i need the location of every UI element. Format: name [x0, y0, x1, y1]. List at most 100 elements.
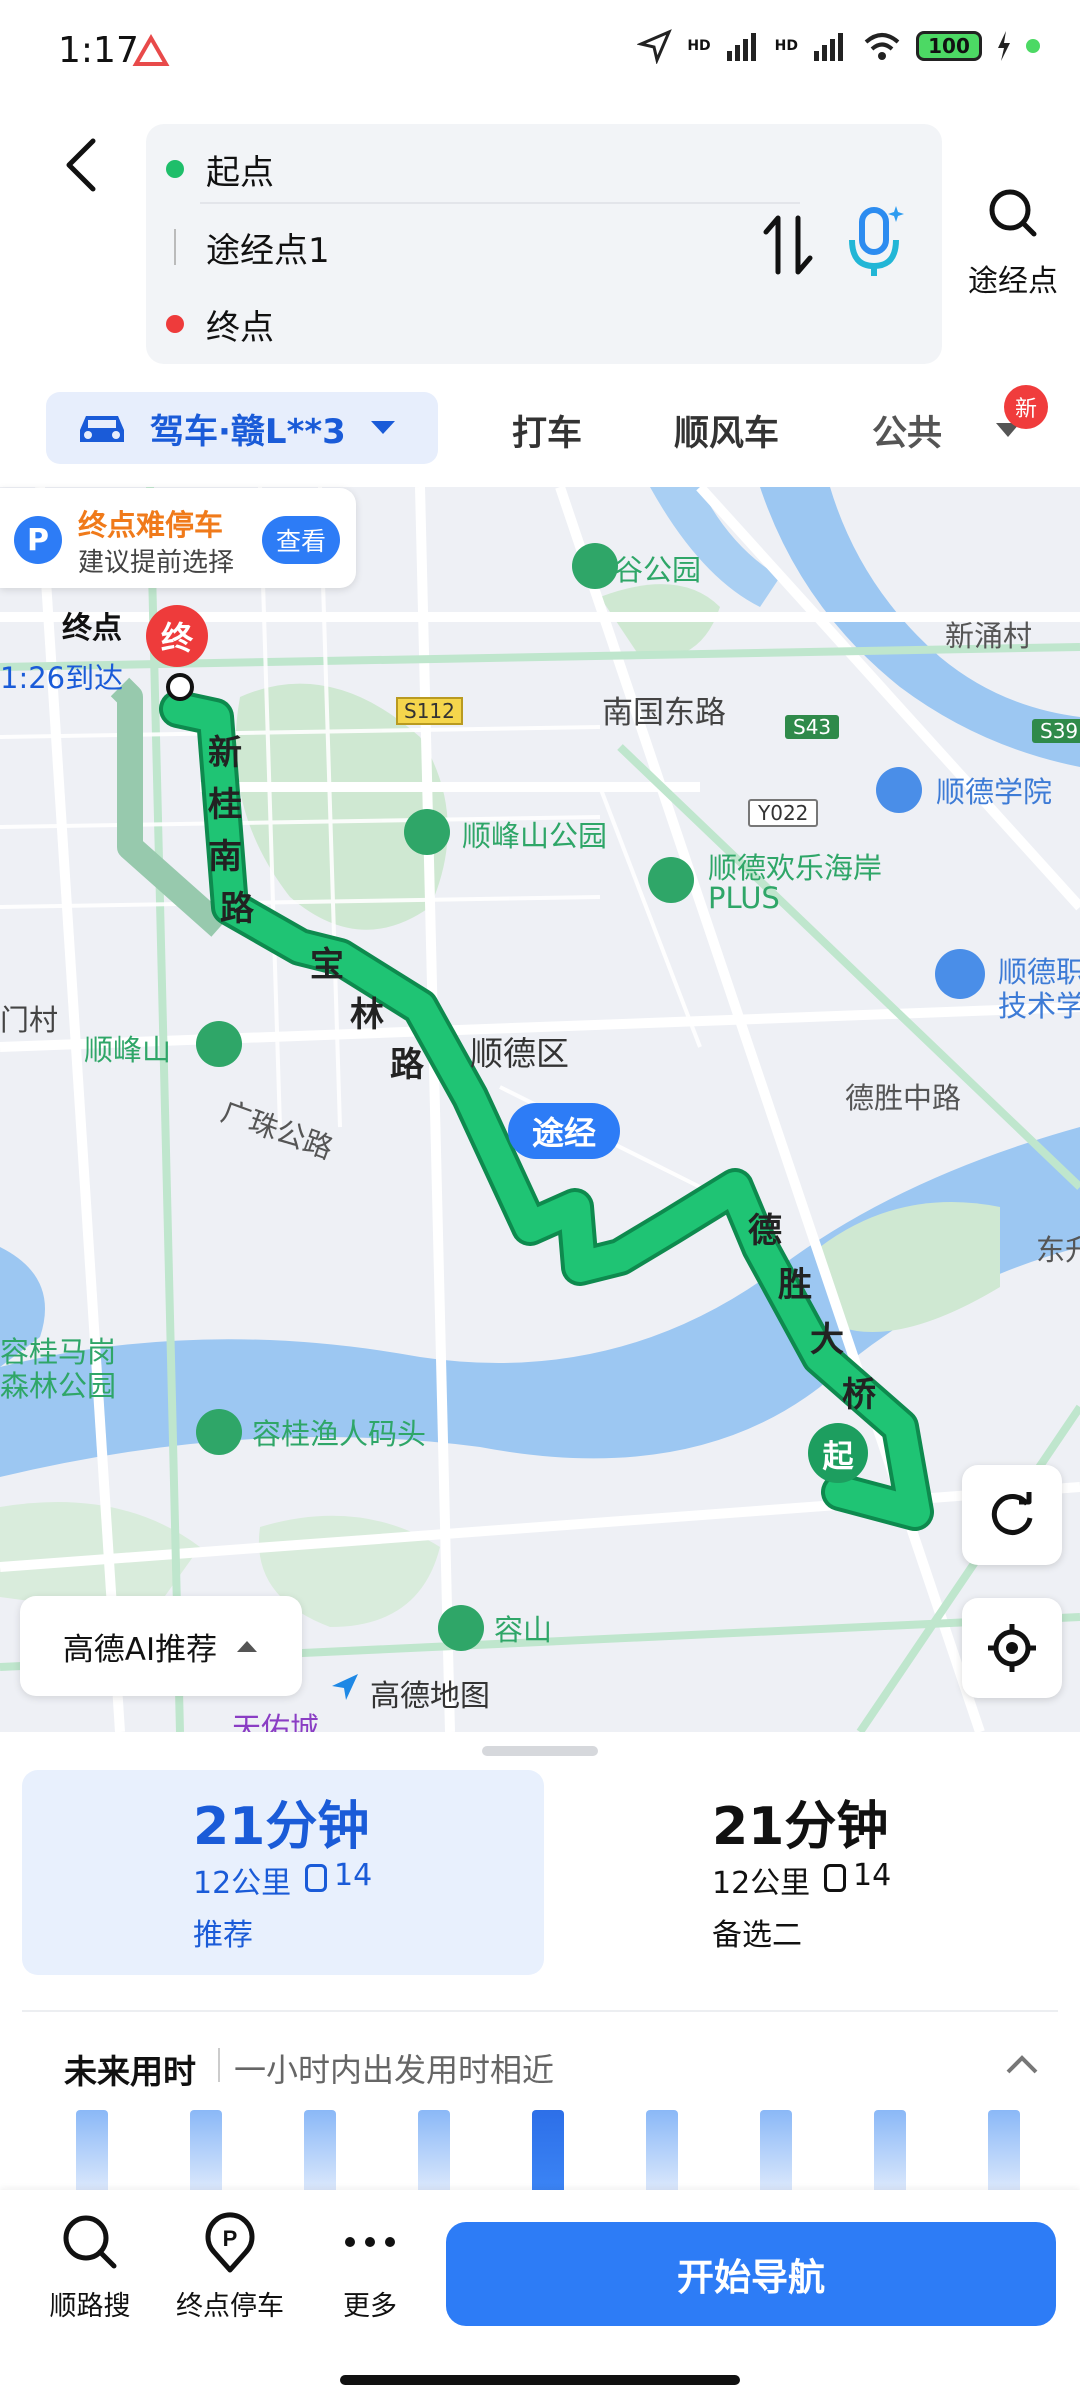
back-arrow-icon: [66, 138, 96, 192]
start-pin-icon[interactable]: 起: [808, 1423, 868, 1483]
tab-carpool[interactable]: 顺风车: [674, 405, 779, 456]
route-road-xingui-1: 新: [208, 733, 242, 773]
park-icon: [648, 857, 694, 903]
route-road-desheng-1: 德: [748, 1211, 782, 1251]
end-point-dot: [166, 673, 194, 701]
end-input[interactable]: 终点: [146, 289, 274, 359]
microphone-icon: [849, 206, 904, 276]
poi-shunfeng-park[interactable]: 顺峰山公园: [462, 813, 607, 855]
future-time-bar: [304, 2110, 336, 2190]
voice-input-button[interactable]: [840, 200, 910, 280]
swap-icon: [763, 215, 813, 275]
destination-parking-button[interactable]: P 终点停车: [170, 2210, 290, 2323]
poi-zhigu-icon: [572, 543, 618, 589]
parking-view-button[interactable]: 查看: [262, 516, 340, 564]
route-road-baolin-1: 宝: [310, 945, 344, 985]
route-2-tag: 备选二: [712, 1918, 802, 1953]
poi-ronggui-forest-2: 森林公园: [0, 1369, 117, 1403]
locate-button[interactable]: [962, 1598, 1062, 1698]
search-along-button[interactable]: 顺路搜: [30, 2210, 150, 2323]
ai-recommend-label: 高德AI推荐: [62, 1631, 218, 1668]
swap-button[interactable]: [758, 210, 818, 280]
traffic-light-icon: [824, 1864, 846, 1892]
route-2-lights: 14: [853, 1858, 892, 1893]
more-button[interactable]: 更多: [310, 2210, 430, 2323]
waypoint-input[interactable]: 途经点1: [146, 212, 330, 282]
add-waypoint-button[interactable]: 途经点: [958, 186, 1068, 300]
gaode-logo-icon: [330, 1672, 360, 1702]
future-time-subtitle: 一小时内出发用时相近: [234, 2051, 555, 2089]
route-2-distance: 12公里: [712, 1866, 811, 1901]
future-time-bar-current: [532, 2110, 564, 2190]
map-view[interactable]: 智谷公园 新涌村 南国东路 S112 S43 S39 Y022 顺德学院 顺峰山…: [0, 487, 1080, 1732]
dot-indicator: [1026, 39, 1040, 53]
status-icons: HD HD 100: [637, 28, 1040, 64]
more-label: 更多: [343, 2291, 397, 2322]
parking-card-title: 终点难停车: [78, 508, 224, 542]
road-y022-badge: Y022: [748, 799, 819, 827]
future-time-bar: [646, 2110, 678, 2190]
route-road-desheng-4: 桥: [842, 1375, 876, 1415]
car-icon: [80, 416, 124, 442]
road-nanguo: 南国东路: [602, 695, 726, 731]
future-time-title: 未来用时: [64, 2052, 196, 2091]
refresh-button[interactable]: [962, 1465, 1062, 1565]
route-1-lights: 14: [334, 1858, 373, 1893]
poi-tianyou[interactable]: 天佑城: [232, 1705, 319, 1732]
poi-huanle-plus: PLUS: [708, 881, 780, 915]
route-road-desheng-2: 胜: [778, 1265, 812, 1305]
via-pin[interactable]: 途经: [508, 1103, 620, 1159]
route-1-time: 21分钟: [193, 1797, 370, 1857]
end-dot-icon: [166, 315, 184, 333]
parking-warning-card[interactable]: P 终点难停车 建议提前选择 查看: [0, 488, 356, 588]
route-road-xingui-2: 桂: [208, 785, 242, 825]
home-indicator[interactable]: [340, 2375, 740, 2385]
locate-icon: [988, 1624, 1036, 1672]
charging-icon: [998, 31, 1010, 61]
future-time-bar: [76, 2110, 108, 2190]
poi-shunfengshan[interactable]: 顺峰山: [84, 1027, 171, 1069]
place-xinyong: 新涌村: [945, 619, 1033, 653]
signal-hd-label-1: HD: [687, 38, 711, 54]
poi-shunde-college[interactable]: 顺德学院: [936, 769, 1052, 811]
drive-mode-label: 驾车·赣L**3: [150, 411, 346, 452]
route-road-desheng-3: 大: [810, 1320, 844, 1360]
poi-shunde-tech-2: 技术学: [998, 989, 1080, 1023]
place-menchun: 门村: [0, 1003, 59, 1037]
road-desheng-mid: 德胜中路: [845, 1081, 962, 1115]
refresh-icon: [991, 1492, 1033, 1535]
collapse-future-button[interactable]: [1002, 2050, 1042, 2080]
tab-taxi[interactable]: 打车: [512, 405, 582, 456]
park-icon: [438, 1605, 484, 1651]
tab-transit[interactable]: 公共: [872, 405, 942, 456]
school-icon: [935, 949, 985, 999]
district-shunde: 顺德区: [470, 1034, 569, 1073]
status-time: 1:17: [58, 30, 139, 71]
future-time-bar: [874, 2110, 906, 2190]
route-road-xingui-3: 南: [208, 837, 242, 877]
drive-mode-chip[interactable]: 驾车·赣L**3: [46, 392, 438, 464]
poi-yuren-wharf[interactable]: 容桂渔人码头: [252, 1411, 426, 1453]
sheet-handle[interactable]: [482, 1746, 598, 1756]
parking-pin-icon: P: [205, 2212, 255, 2273]
start-input[interactable]: 起点: [146, 134, 274, 204]
start-navigation-button[interactable]: 开始导航: [446, 2222, 1056, 2326]
start-pin-label: 起: [822, 1438, 854, 1475]
signal-icon: [726, 33, 756, 61]
route-road-xingui-4: 路: [220, 889, 254, 929]
location-arrow-icon: [637, 29, 673, 64]
parking-p-icon: P: [14, 516, 62, 564]
chevron-up-icon: [1006, 2055, 1038, 2074]
ai-recommend-chip[interactable]: 高德AI推荐: [20, 1596, 302, 1696]
arrive-time: 1:26到达: [0, 661, 124, 695]
poi-rongshan[interactable]: 容山: [494, 1607, 552, 1649]
back-button[interactable]: [55, 135, 115, 195]
future-time-bar: [760, 2110, 792, 2190]
app-notification-icon: [132, 33, 170, 70]
divider: [218, 2048, 220, 2082]
end-pin-label: 终: [160, 619, 193, 657]
end-pin-icon[interactable]: 终: [146, 605, 208, 667]
highway-s112-badge: S112: [396, 697, 463, 725]
svg-text:P: P: [223, 2226, 238, 2251]
school-icon: [876, 767, 922, 813]
